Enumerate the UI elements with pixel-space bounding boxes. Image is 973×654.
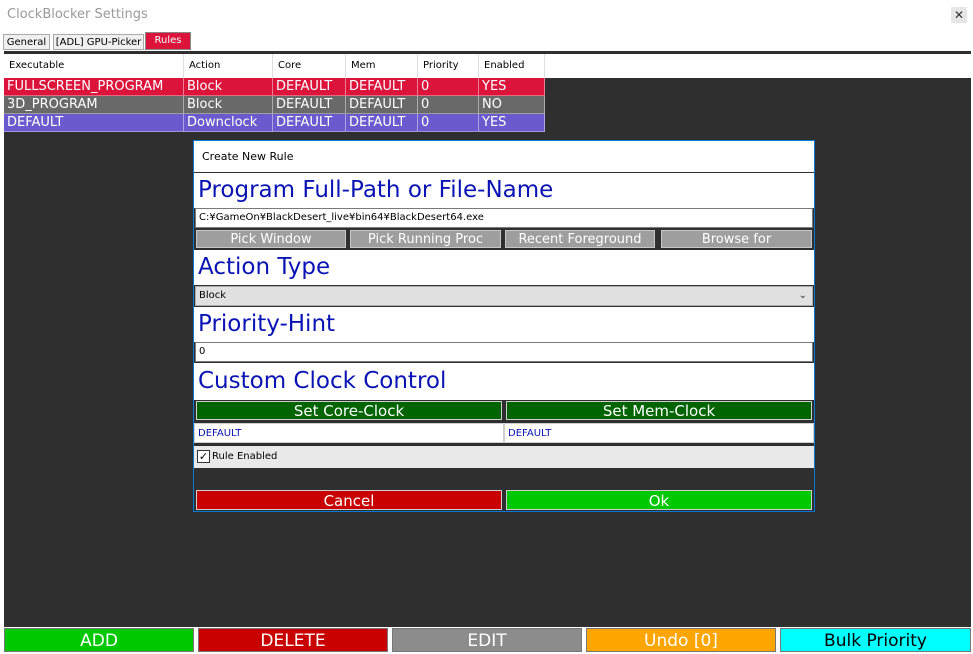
rule-enabled-label[interactable]: Rule Enabled: [212, 446, 277, 468]
set-core-clock-button[interactable]: Set Core-Clock: [196, 401, 502, 420]
pick-running-proc-button[interactable]: Pick Running Proc: [350, 230, 501, 248]
close-icon[interactable]: ✕: [951, 7, 967, 23]
column-header-executable[interactable]: Executable: [4, 54, 184, 78]
cell-action[interactable]: Downclock: [184, 114, 273, 132]
set-mem-clock-button[interactable]: Set Mem-Clock: [506, 401, 812, 420]
clock-heading: Custom Clock Control: [194, 363, 814, 400]
priority-hint-input[interactable]: 0: [195, 342, 813, 362]
rule-enabled-row: ✓ Rule Enabled: [194, 446, 814, 468]
cell-core[interactable]: DEFAULT: [273, 114, 346, 132]
column-header-enabled[interactable]: Enabled: [479, 54, 545, 78]
cell-enabled[interactable]: YES: [479, 78, 545, 96]
column-header-mem[interactable]: Mem: [346, 54, 418, 78]
cell-enabled[interactable]: NO: [479, 96, 545, 114]
table-row[interactable]: 3D_PROGRAM Block DEFAULT DEFAULT 0 NO: [4, 96, 545, 114]
undo-button[interactable]: Undo [0]: [586, 628, 776, 652]
title-bar: ClockBlocker Settings ✕: [0, 0, 973, 30]
add-button[interactable]: ADD: [4, 628, 194, 652]
cell-action[interactable]: Block: [184, 96, 273, 114]
cancel-button[interactable]: Cancel: [196, 490, 502, 510]
delete-button[interactable]: DELETE: [198, 628, 388, 652]
bulk-priority-button[interactable]: Bulk Priority: [780, 628, 971, 652]
pick-window-button[interactable]: Pick Window: [196, 230, 346, 248]
table-row[interactable]: FULLSCREEN_PROGRAM Block DEFAULT DEFAULT…: [4, 78, 545, 96]
action-type-value: Block: [199, 290, 227, 301]
tab-general[interactable]: General: [3, 34, 50, 50]
cell-priority[interactable]: 0: [418, 96, 479, 114]
cell-mem[interactable]: DEFAULT: [346, 78, 418, 96]
create-rule-dialog: Create New Rule Program Full-Path or Fil…: [193, 140, 815, 512]
cell-action[interactable]: Block: [184, 78, 273, 96]
program-path-input[interactable]: C:¥GameOn¥BlackDesert_live¥bin64¥BlackDe…: [195, 208, 813, 228]
window-title: ClockBlocker Settings: [7, 7, 148, 22]
recent-foreground-button[interactable]: Recent Foreground: [505, 230, 655, 248]
edit-button[interactable]: EDIT: [392, 628, 582, 652]
pick-buttons-row: Pick Window Pick Running Proc Recent For…: [194, 230, 814, 249]
action-type-select[interactable]: Block ⌄: [195, 286, 813, 306]
column-header-action[interactable]: Action: [184, 54, 273, 78]
tab-gpu-picker[interactable]: [ADL] GPU-Picker: [53, 34, 144, 50]
cell-priority[interactable]: 0: [418, 114, 479, 132]
core-clock-value[interactable]: DEFAULT: [194, 423, 504, 443]
cell-executable[interactable]: DEFAULT: [4, 114, 184, 132]
cell-mem[interactable]: DEFAULT: [346, 114, 418, 132]
path-heading: Program Full-Path or File-Name: [194, 173, 814, 208]
cell-core[interactable]: DEFAULT: [273, 78, 346, 96]
cell-core[interactable]: DEFAULT: [273, 96, 346, 114]
grid-header: Executable Action Core Mem Priority Enab…: [4, 54, 971, 78]
mem-clock-value[interactable]: DEFAULT: [504, 423, 814, 443]
column-header-priority[interactable]: Priority: [418, 54, 479, 78]
dialog-title: Create New Rule: [194, 141, 814, 172]
tab-rules[interactable]: Rules: [145, 32, 191, 50]
priority-heading: Priority-Hint: [194, 307, 814, 342]
table-row[interactable]: DEFAULT Downclock DEFAULT DEFAULT 0 YES: [4, 114, 545, 132]
cell-executable[interactable]: FULLSCREEN_PROGRAM: [4, 78, 184, 96]
cell-priority[interactable]: 0: [418, 78, 479, 96]
bottom-action-bar: ADD DELETE EDIT Undo [0] Bulk Priority: [4, 628, 971, 652]
action-heading: Action Type: [194, 250, 814, 285]
cell-executable[interactable]: 3D_PROGRAM: [4, 96, 184, 114]
cell-enabled[interactable]: YES: [479, 114, 545, 132]
ok-button[interactable]: Ok: [506, 490, 812, 510]
chevron-down-icon: ⌄: [798, 290, 807, 301]
browse-for-button[interactable]: Browse for: [661, 230, 812, 248]
column-header-core[interactable]: Core: [273, 54, 346, 78]
rule-enabled-checkbox[interactable]: ✓: [197, 450, 210, 463]
cell-mem[interactable]: DEFAULT: [346, 96, 418, 114]
